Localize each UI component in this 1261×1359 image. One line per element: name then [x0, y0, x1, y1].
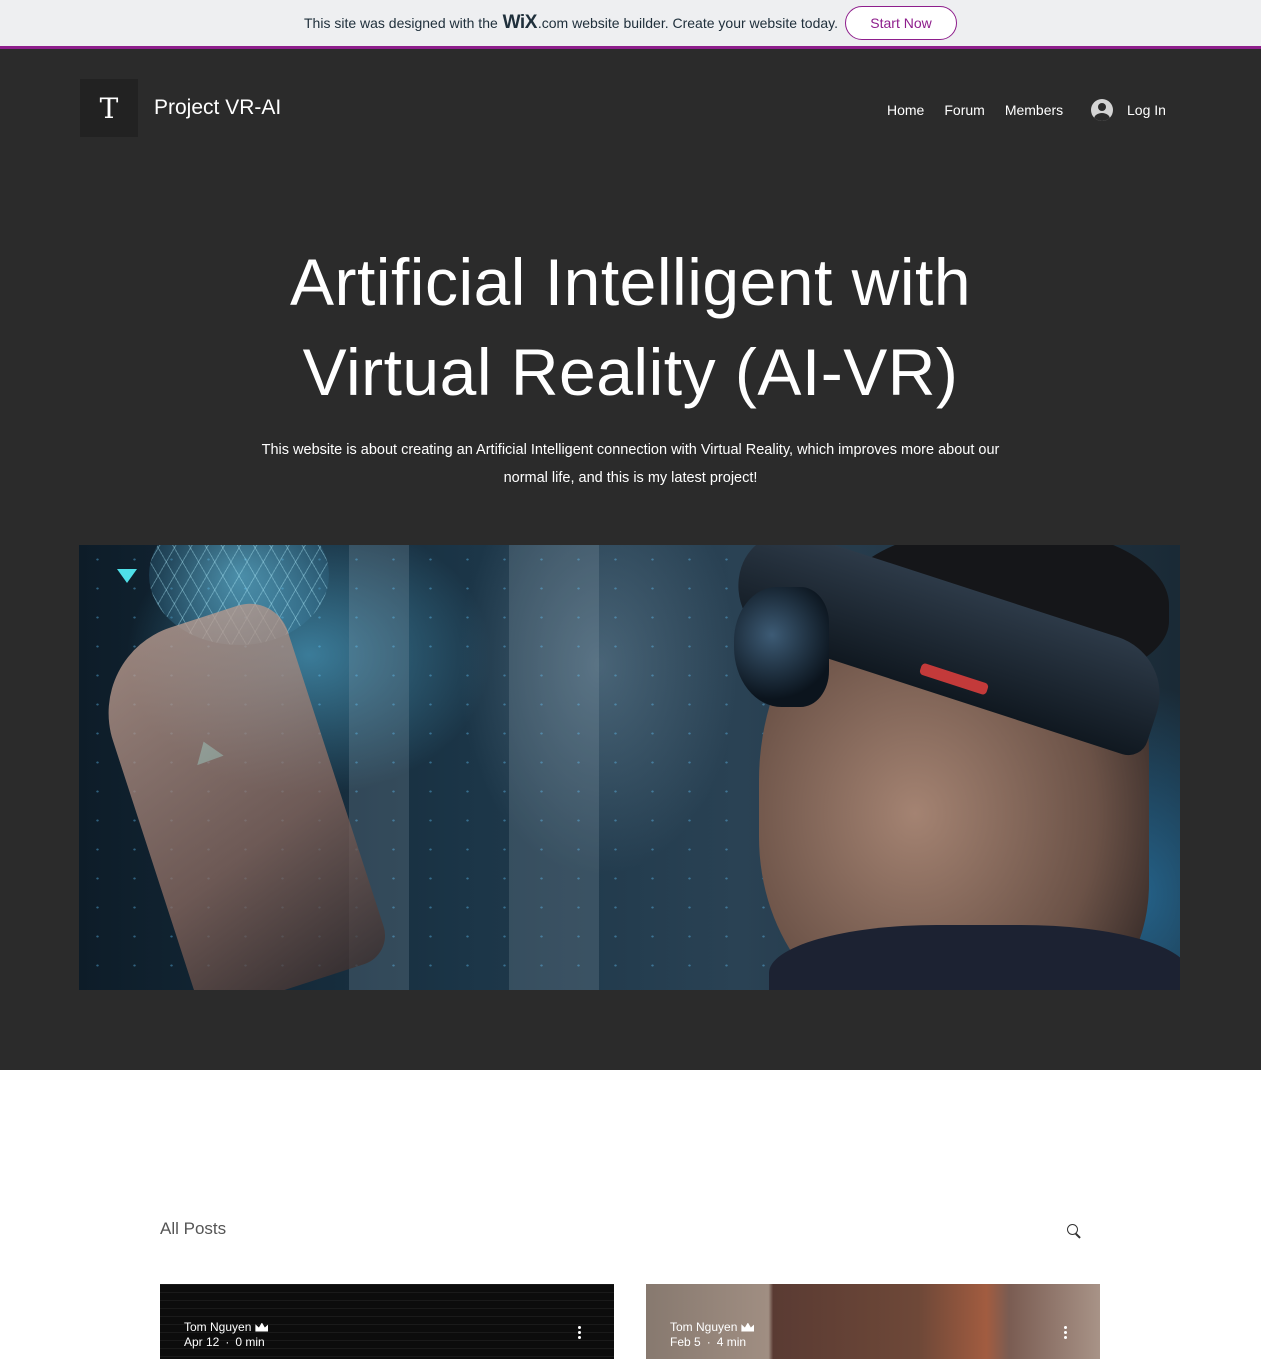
post-meta: Feb 5 · 4 min	[670, 1335, 746, 1349]
promo-text-after: website builder. Create your website tod…	[572, 15, 838, 31]
person-shirt	[769, 925, 1180, 990]
wix-logo[interactable]: WiX	[503, 12, 538, 34]
subtitle-line-1: This website is about creating an Artifi…	[261, 442, 1000, 458]
post-author[interactable]: Tom Nguyen	[184, 1320, 268, 1334]
post-author[interactable]: Tom Nguyen	[670, 1320, 754, 1334]
holographic-triangle	[117, 569, 137, 583]
hero-headline: Artificial Intelligent with Virtual Real…	[0, 237, 1261, 417]
crown-icon	[255, 1323, 268, 1332]
nav-item-forum[interactable]: Forum	[944, 102, 984, 118]
site-logo[interactable]: T	[80, 79, 138, 137]
main-nav: Home Forum Members	[887, 102, 1063, 118]
meta-separator: ·	[706, 1335, 711, 1349]
promo-text-before: This site was designed with the	[304, 15, 498, 31]
user-avatar-icon	[1091, 99, 1113, 121]
start-now-button[interactable]: Start Now	[845, 6, 957, 40]
login-button[interactable]: Log In	[1091, 99, 1166, 121]
hero-subtitle: This website is about creating an Artifi…	[230, 436, 1031, 492]
crown-icon	[741, 1323, 754, 1332]
author-name: Tom Nguyen	[184, 1320, 252, 1334]
post-read-time: 0 min	[235, 1335, 265, 1349]
nav-item-members[interactable]: Members	[1005, 102, 1063, 118]
headset-visor	[734, 587, 829, 707]
wix-logo-domain: .com	[537, 15, 569, 31]
site-title[interactable]: Project VR-AI	[154, 96, 281, 120]
post-card[interactable]: Tom Nguyen Feb 5 · 4 min	[646, 1284, 1100, 1359]
more-options-icon[interactable]	[578, 1326, 582, 1340]
meta-separator: ·	[225, 1335, 230, 1349]
subtitle-line-2: normal life, and this is my latest proje…	[503, 470, 758, 486]
post-date: Apr 12	[184, 1335, 220, 1349]
search-icon[interactable]	[1067, 1224, 1081, 1239]
post-date: Feb 5	[670, 1335, 701, 1349]
more-options-icon[interactable]	[1064, 1326, 1068, 1340]
headline-line-2: Virtual Reality (AI-VR)	[302, 335, 959, 409]
author-name: Tom Nguyen	[670, 1320, 738, 1334]
post-card[interactable]: Tom Nguyen Apr 12 · 0 min	[160, 1284, 614, 1359]
post-meta: Apr 12 · 0 min	[184, 1335, 265, 1349]
headline-line-1: Artificial Intelligent with	[289, 245, 972, 319]
hero-image-vr-headset	[79, 545, 1180, 990]
wix-promo-banner: This site was designed with the WiX .com …	[0, 0, 1261, 49]
logo-letter: T	[99, 91, 119, 125]
post-read-time: 4 min	[716, 1335, 747, 1349]
hero-section: T Project VR-AI Home Forum Members Log I…	[0, 49, 1261, 1070]
all-posts-heading[interactable]: All Posts	[160, 1219, 226, 1239]
nav-item-home[interactable]: Home	[887, 102, 924, 118]
login-label: Log In	[1127, 102, 1166, 118]
